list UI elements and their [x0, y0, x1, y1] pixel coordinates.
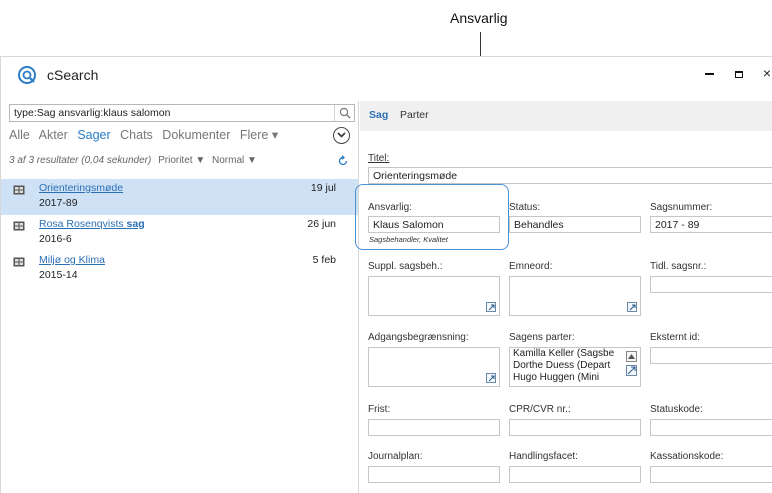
parter-listbox[interactable]: Kamilla Keller (Sagsbe Dorthe Duess (Dep… — [509, 347, 641, 387]
search-pane: type:Sag ansvarlig:klaus salomon Alle Ak… — [1, 101, 359, 493]
detail-tabs: Sag Parter — [360, 101, 772, 131]
filter-tabs: Alle Akter Sager Chats Dokumenter Flere … — [9, 127, 284, 142]
results-bar: 3 af 3 resultater (0,04 sekunder) Priori… — [9, 155, 355, 171]
result-date: 19 jul — [310, 182, 336, 194]
results-list: Orienteringsmøde 2017-89 19 jul Rosa Ros… — [1, 179, 358, 287]
result-date: 26 jun — [307, 218, 336, 230]
titel-label: Titel: — [368, 153, 390, 164]
adgang-field[interactable] — [368, 347, 500, 387]
filter-chats[interactable]: Chats — [120, 128, 153, 142]
party-entry[interactable]: Dorthe Duess (Depart — [510, 360, 640, 372]
result-title-link[interactable]: Rosa Rosenqvists sag — [39, 218, 145, 230]
title-bar: cSearch × — [1, 57, 772, 93]
list-item[interactable]: Orienteringsmøde 2017-89 19 jul — [1, 179, 358, 215]
frist-field[interactable] — [368, 419, 500, 436]
filter-sager[interactable]: Sager — [77, 128, 110, 142]
kassationskode-field[interactable] — [650, 466, 772, 483]
expand-filters-button[interactable] — [333, 127, 350, 144]
party-entry[interactable]: Kamilla Keller (Sagsbe — [510, 348, 640, 360]
close-button[interactable]: × — [757, 63, 772, 83]
minimize-button[interactable] — [699, 63, 719, 83]
result-date: 5 feb — [312, 254, 336, 266]
result-case-number: 2016-6 — [39, 233, 72, 245]
parter-label: Sagens parter: — [509, 332, 575, 343]
sagsnummer-label: Sagsnummer: — [650, 202, 713, 213]
handlingsfacet-field[interactable] — [509, 466, 641, 483]
status-label: Status: — [509, 202, 541, 213]
callout-label: Ansvarlig — [450, 10, 508, 26]
filter-alle[interactable]: Alle — [9, 128, 30, 142]
result-case-number: 2015-14 — [39, 269, 78, 281]
suppl-field[interactable] — [368, 276, 500, 316]
cpr-label: CPR/CVR nr.: — [509, 404, 571, 415]
search-button[interactable] — [334, 105, 354, 121]
tidl-sagsnr-field[interactable] — [650, 276, 772, 293]
result-title-link[interactable]: Miljø og Klima — [39, 254, 105, 266]
list-item[interactable]: Rosa Rosenqvists sag 2016-6 26 jun — [1, 215, 358, 251]
adgang-label: Adgangsbegrænsning: — [368, 332, 469, 343]
result-title-link[interactable]: Orienteringsmøde — [39, 182, 123, 194]
picker-icon[interactable] — [627, 302, 637, 312]
case-folder-icon — [13, 184, 25, 195]
emneord-field[interactable] — [509, 276, 641, 316]
eksternt-id-field[interactable] — [650, 347, 772, 364]
ansvarlig-highlight — [355, 184, 509, 250]
titel-field[interactable]: Orienteringsmøde — [368, 167, 772, 184]
suppl-label: Suppl. sagsbeh.: — [368, 261, 443, 272]
journalplan-label: Journalplan: — [368, 451, 423, 462]
sort-normal-dropdown[interactable]: Normal ▼ — [212, 155, 257, 166]
list-item[interactable]: Miljø og Klima 2015-14 5 feb — [1, 251, 358, 287]
filter-dokumenter[interactable]: Dokumenter — [162, 128, 230, 142]
window-title: cSearch — [47, 67, 99, 83]
handlingsfacet-label: Handlingsfacet: — [509, 451, 578, 462]
refresh-icon[interactable] — [337, 155, 349, 170]
result-count: 3 af 3 resultater (0,04 sekunder) — [9, 155, 152, 166]
case-folder-icon — [13, 256, 25, 267]
picker-icon[interactable] — [486, 302, 496, 312]
kassationskode-label: Kassationskode: — [650, 451, 724, 462]
case-folder-icon — [13, 220, 25, 231]
scroll-up-button[interactable] — [626, 351, 637, 362]
cpr-field[interactable] — [509, 419, 641, 436]
eksternt-id-label: Eksternt id: — [650, 332, 701, 343]
minimize-icon — [704, 73, 714, 76]
maximize-button[interactable] — [729, 63, 749, 83]
party-entry[interactable]: Hugo Huggen (Mini — [510, 372, 640, 384]
search-icon — [339, 107, 351, 119]
emneord-label: Emneord: — [509, 261, 553, 272]
picker-icon[interactable] — [626, 365, 637, 376]
tidl-sagsnr-label: Tidl. sagsnr.: — [650, 261, 707, 272]
tab-sag[interactable]: Sag — [369, 109, 388, 121]
detail-pane: Sag Parter Titel: Orienteringsmøde Ansva… — [360, 101, 772, 493]
search-input[interactable]: type:Sag ansvarlig:klaus salomon — [14, 107, 170, 119]
statuskode-field[interactable] — [650, 419, 772, 436]
frist-label: Frist: — [368, 404, 391, 415]
picker-icon[interactable] — [486, 373, 496, 383]
filter-flere[interactable]: Flere ▾ — [240, 128, 278, 142]
result-case-number: 2017-89 — [39, 197, 78, 209]
sort-priority-dropdown[interactable]: Prioritet ▼ — [158, 155, 205, 166]
sagsnummer-field[interactable]: 2017 - 89 — [650, 216, 772, 233]
tab-parter[interactable]: Parter — [400, 109, 429, 121]
chevron-down-icon — [337, 132, 346, 138]
search-box[interactable]: type:Sag ansvarlig:klaus salomon — [9, 104, 355, 122]
triangle-up-icon — [628, 354, 635, 359]
filter-akter[interactable]: Akter — [39, 128, 68, 142]
journalplan-field[interactable] — [368, 466, 500, 483]
status-field[interactable]: Behandles — [509, 216, 641, 233]
statuskode-label: Statuskode: — [650, 404, 703, 415]
app-window: cSearch × type:Sag ansvarlig:klaus salom… — [0, 56, 772, 493]
csearch-logo-icon — [17, 65, 37, 85]
maximize-icon — [735, 70, 743, 78]
